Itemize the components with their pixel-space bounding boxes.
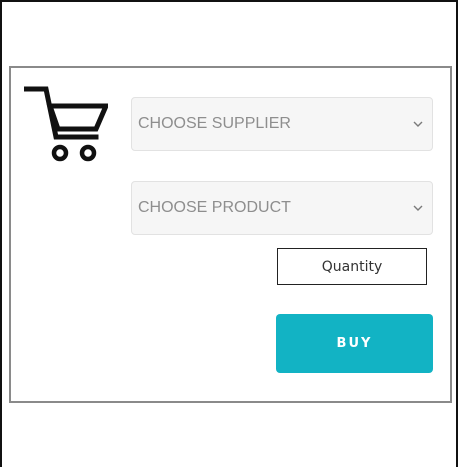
supplier-select-value: CHOOSE SUPPLIER (138, 115, 291, 132)
quantity-input[interactable] (277, 248, 427, 285)
product-select-value: CHOOSE PRODUCT (138, 199, 291, 216)
supplier-select[interactable]: CHOOSE SUPPLIER (131, 97, 433, 151)
chevron-down-icon (413, 205, 423, 211)
product-select[interactable]: CHOOSE PRODUCT (131, 181, 433, 235)
buy-button[interactable]: BUY (276, 314, 433, 373)
chevron-down-icon (413, 121, 423, 127)
shopping-cart-icon (24, 86, 108, 162)
